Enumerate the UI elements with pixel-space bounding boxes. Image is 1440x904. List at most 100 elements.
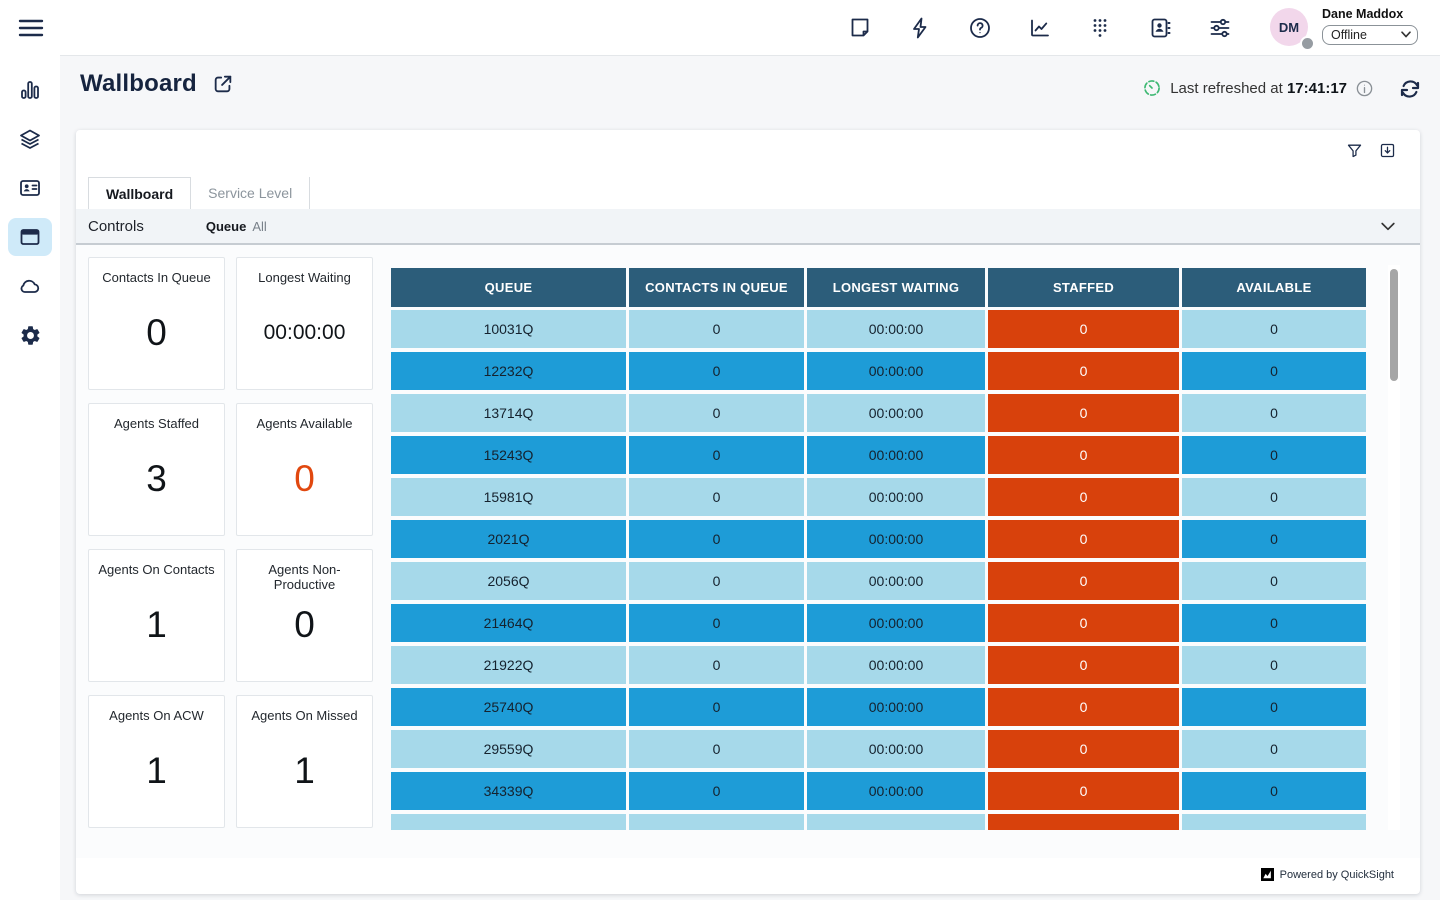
metric-cell: 00:00:00 [807,772,985,810]
queue-filter-value[interactable]: All [252,219,266,234]
metric-cell: 0 [1182,562,1366,600]
tab-service-level[interactable]: Service Level [191,177,310,209]
sidebar-item-cloud[interactable] [8,267,52,305]
sidebar-item-layers[interactable] [8,120,52,158]
table-row: 25740Q000:00:0000 [391,688,1366,726]
metrics-icon[interactable] [1028,16,1052,40]
metric-cell [988,814,1179,830]
metric-cell: 0 [1182,436,1366,474]
metric-cell: 00:00:00 [807,352,985,390]
metric-cell: 0 [1182,730,1366,768]
table-row: 2021Q000:00:0000 [391,520,1366,558]
queue-filter-label: Queue [206,219,246,234]
wallboard-card: Wallboard Service Level Controls Queue A… [76,130,1420,894]
dialpad-icon[interactable] [1088,16,1112,40]
export-button[interactable] [1379,142,1396,159]
scrollbar-thumb[interactable] [1390,269,1398,381]
metric-cell: 0 [629,604,804,642]
sidebar-item-wallboard[interactable] [8,218,52,256]
hamburger-menu-icon[interactable] [16,15,46,41]
kpi-value: 1 [89,604,224,646]
metric-cell: 00:00:00 [807,436,985,474]
table-row: 2056Q000:00:0000 [391,562,1366,600]
kpi-label: Agents Staffed [89,416,224,431]
metric-cell: 0 [1182,352,1366,390]
chevron-down-icon [1378,216,1398,236]
metric-cell: 0 [988,310,1179,348]
note-icon[interactable] [848,16,872,40]
metric-cell: 0 [629,688,804,726]
table-row [391,814,1366,830]
metric-cell: 0 [629,772,804,810]
column-header[interactable]: QUEUE [391,268,626,307]
metric-cell: 00:00:00 [807,604,985,642]
kpi-label: Agents On Contacts [89,562,224,577]
queue-name-cell: 21922Q [391,646,626,684]
layers-icon [18,127,42,151]
table-row: 10031Q000:00:0000 [391,310,1366,348]
filter-button[interactable] [1346,142,1363,159]
sidebar-item-analytics[interactable] [8,71,52,109]
top-bar: DM Dane Maddox Offline [0,0,1440,56]
main-content: Wallboard Last refreshed at 17:41:17 [60,56,1440,900]
table-row: 29559Q000:00:0000 [391,730,1366,768]
queue-name-cell: 15243Q [391,436,626,474]
refresh-icon [1398,77,1422,101]
table-row: 13714Q000:00:0000 [391,394,1366,432]
refresh-button[interactable] [1398,77,1422,101]
metric-cell: 00:00:00 [807,688,985,726]
metric-cell: 0 [988,478,1179,516]
sliders-icon[interactable] [1208,16,1232,40]
column-header[interactable]: LONGEST WAITING [807,268,985,307]
metric-cell: 0 [629,520,804,558]
external-link-icon [212,73,234,95]
metric-cell: 0 [1182,772,1366,810]
topbar-icon-row [848,16,1232,40]
agent-status-select[interactable]: Offline [1322,25,1418,45]
kpi-label: Longest Waiting [237,270,372,285]
contacts-icon[interactable] [1148,16,1172,40]
metric-cell: 00:00:00 [807,646,985,684]
bar-chart-icon [18,78,42,102]
help-icon[interactable] [968,16,992,40]
user-name: Dane Maddox [1322,7,1422,21]
column-header[interactable]: CONTACTS IN QUEUE [629,268,804,307]
metric-cell: 0 [629,352,804,390]
column-header[interactable]: AVAILABLE [1182,268,1366,307]
id-card-icon [18,176,42,200]
metric-cell: 00:00:00 [807,478,985,516]
last-refreshed-text: Last refreshed at 17:41:17 [1170,80,1347,97]
controls-collapse-button[interactable] [1378,216,1398,236]
queue-name-cell: 15981Q [391,478,626,516]
kpi-label: Agents Non-Productive [237,562,372,592]
table-scrollbar[interactable] [1388,265,1400,830]
presence-dot [1300,36,1315,51]
metric-cell: 0 [1182,604,1366,642]
metric-cell: 0 [988,352,1179,390]
metric-cell: 0 [1182,478,1366,516]
queue-name-cell: 2021Q [391,520,626,558]
controls-label: Controls [88,218,144,235]
table-row: 34339Q000:00:0000 [391,772,1366,810]
queue-name-cell: 34339Q [391,772,626,810]
table-row: 21922Q000:00:0000 [391,646,1366,684]
metric-cell: 0 [1182,520,1366,558]
powered-by-text: Powered by QuickSight [1280,869,1394,881]
kpi-card: Agents On ACW1 [88,695,225,828]
tab-wallboard[interactable]: Wallboard [88,177,191,209]
bolt-icon[interactable] [908,16,932,40]
metric-cell [1182,814,1366,830]
kpi-card: Agents Available0 [236,403,373,536]
queue-name-cell: 25740Q [391,688,626,726]
kpi-label: Contacts In Queue [89,270,224,285]
download-icon [1379,142,1396,159]
metric-cell: 0 [629,730,804,768]
info-icon[interactable] [1355,79,1374,98]
kpi-card: Contacts In Queue0 [88,257,225,390]
metric-cell: 0 [629,436,804,474]
sidebar-item-contacts[interactable] [8,169,52,207]
sidebar-item-settings[interactable] [8,316,52,354]
column-header[interactable]: STAFFED [988,268,1179,307]
open-external-button[interactable] [212,73,234,95]
metric-cell: 0 [629,394,804,432]
